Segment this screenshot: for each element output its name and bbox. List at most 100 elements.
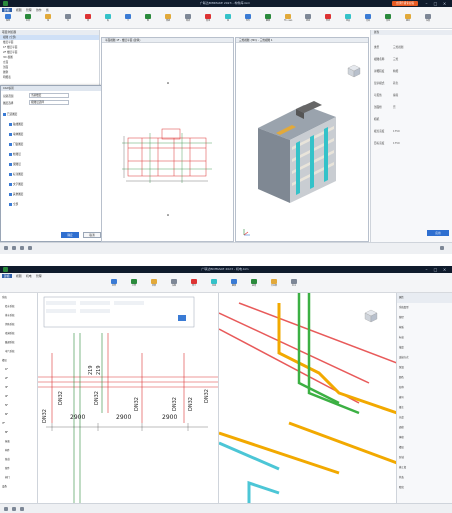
property-row[interactable]: 名称	[397, 383, 452, 393]
ribbon-tool-button[interactable]: 输出	[404, 14, 412, 22]
property-value[interactable]: 三维视图	[393, 45, 403, 50]
ribbon-tool-button[interactable]: 链接	[304, 14, 312, 22]
property-row[interactable]: 标高	[397, 333, 452, 343]
tree-item[interactable]: 管件	[0, 464, 37, 473]
checkbox-icon[interactable]	[9, 182, 12, 186]
layer-checkbox-row[interactable]: 标注图层	[3, 170, 103, 180]
scope-select[interactable]: 当前楼层	[29, 93, 69, 98]
checkbox-icon[interactable]	[9, 122, 12, 126]
tree-item[interactable]: 明细表	[0, 75, 99, 80]
ribbon-tool-button[interactable]: 门	[124, 14, 132, 22]
property-row[interactable]: 管径	[397, 313, 452, 323]
cancel-button[interactable]: 取消	[83, 232, 101, 238]
property-row[interactable]: 备注	[397, 403, 452, 413]
tree-item[interactable]: 8F	[0, 428, 37, 437]
property-value[interactable]: 编辑	[393, 93, 398, 98]
property-row[interactable]: 保温	[397, 363, 452, 373]
property-value[interactable]: 着色	[393, 81, 398, 86]
property-value[interactable]: 三维	[393, 57, 398, 62]
property-row[interactable]: 阶段	[397, 483, 452, 493]
ribbon-tool-button[interactable]: 碰撞	[250, 279, 258, 287]
property-value[interactable]: 1750	[393, 129, 400, 134]
maximize-icon[interactable]: □	[433, 267, 438, 272]
ribbon-tool-button[interactable]: 设备	[170, 279, 178, 287]
grid-icon[interactable]	[28, 246, 32, 250]
ribbon-tool-button[interactable]: 连接	[210, 279, 218, 287]
property-row[interactable]: 颜色	[397, 373, 452, 383]
tree-item[interactable]: 管道	[0, 455, 37, 464]
layer-checkbox-row[interactable]: 文字图层	[3, 180, 103, 190]
tree-item[interactable]: 消防系统	[0, 320, 37, 329]
tree-item[interactable]: 系统	[0, 293, 37, 302]
select-icon[interactable]	[4, 246, 8, 250]
ribbon-tool-button[interactable]: 水管	[130, 279, 138, 287]
property-row[interactable]: 区域	[397, 453, 452, 463]
filter-icon[interactable]	[440, 246, 444, 250]
property-row[interactable]: 坡度	[397, 343, 452, 353]
tree-item[interactable]: 喷淋系统	[0, 329, 37, 338]
layer-checkbox-row[interactable]: 全部	[3, 200, 103, 210]
ribbon-tool-button[interactable]: 导入CAD	[284, 14, 292, 22]
tree-item[interactable]: 2F	[0, 374, 37, 383]
tab-modeling[interactable]: 建模	[2, 8, 12, 12]
tree-item[interactable]: 构件	[0, 446, 37, 455]
apply-button[interactable]: 应用	[427, 230, 449, 236]
tree-item[interactable]: 1F	[0, 365, 37, 374]
property-row[interactable]: 连接方式	[397, 353, 452, 363]
close-icon[interactable]: ×	[442, 267, 447, 272]
property-row[interactable]: 楼层	[397, 443, 452, 453]
tab-collab[interactable]: 协作	[34, 8, 44, 12]
layer-checkbox-row[interactable]: 轴线图层	[3, 120, 103, 130]
property-row[interactable]: 状态	[397, 473, 452, 483]
building-3d-model[interactable]	[236, 43, 368, 242]
tree-item[interactable]: 6F	[0, 410, 37, 419]
ribbon-tool-button[interactable]: 墙	[44, 14, 52, 22]
ribbon-tool-button[interactable]: 翻模	[230, 279, 238, 287]
layer-checkbox-row[interactable]: 梁图层	[3, 160, 103, 170]
checkbox-icon[interactable]	[9, 202, 12, 206]
3d-view-window[interactable]: 三维视图 {3D} - 三维视图 1	[235, 37, 369, 242]
tree-item[interactable]: 给水系统	[0, 302, 37, 311]
ribbon-tool-button[interactable]: 风管	[110, 279, 118, 287]
ribbon-tool-button[interactable]: 板	[104, 14, 112, 22]
tab-family[interactable]: 族	[44, 8, 51, 12]
tree-item[interactable]: 阀门	[0, 473, 37, 482]
ribbon-tool-button[interactable]: 坡道	[184, 14, 192, 22]
layer-checkbox-row[interactable]: 门窗图层	[3, 140, 103, 150]
layer-checkbox-row[interactable]: 其他图层	[3, 190, 103, 200]
maximize-icon[interactable]: □	[433, 1, 438, 6]
ribbon-tool-button[interactable]: 渲染	[364, 14, 372, 22]
ribbon-tool-button[interactable]: 设置	[424, 14, 432, 22]
ribbon-tool-button[interactable]: 楼梯	[164, 14, 172, 22]
ribbon-tool-button[interactable]: 翻模	[264, 14, 272, 22]
checkbox-icon[interactable]	[9, 192, 12, 196]
checkbox-icon[interactable]	[3, 112, 6, 116]
tree-item[interactable]: 4F	[0, 392, 37, 401]
layer-checkbox-row[interactable]: 柱图层	[3, 150, 103, 160]
tab-modeling[interactable]: 建模	[2, 274, 12, 278]
layer-icon[interactable]	[20, 246, 24, 250]
tree-item[interactable]: 7F	[0, 419, 37, 428]
minimize-icon[interactable]: –	[424, 267, 429, 272]
tree-item[interactable]: 设备	[0, 482, 37, 491]
layer-icon[interactable]	[20, 507, 24, 511]
property-value[interactable]: 否	[393, 105, 396, 110]
ribbon-tool-button[interactable]: 标注	[290, 279, 298, 287]
plan-view-window[interactable]: 平面视图 1F - 楼层平面 (建筑)	[101, 37, 234, 242]
property-row[interactable]: 施工段	[397, 463, 452, 473]
tree-item[interactable]: 楼层	[0, 356, 37, 365]
ribbon-tool-button[interactable]: 支吊架	[270, 279, 278, 287]
ribbon-tool-button[interactable]: 构件	[244, 14, 252, 22]
tree-item[interactable]: 暖通系统	[0, 338, 37, 347]
ribbon-tool-button[interactable]: 阀门	[190, 279, 198, 287]
property-row[interactable]: 长度	[397, 413, 452, 423]
close-icon[interactable]: ×	[442, 1, 447, 6]
snap-icon[interactable]	[12, 507, 16, 511]
tab-view[interactable]: 视图	[14, 274, 24, 278]
property-row[interactable]: 编号	[397, 393, 452, 403]
property-row[interactable]: 体积	[397, 433, 452, 443]
tree-item[interactable]: 5F	[0, 401, 37, 410]
select-icon[interactable]	[4, 507, 8, 511]
pipe-plan-view[interactable]: 2900 2900 2900 219 219 DN32 DN32 DN32 DN…	[38, 293, 218, 503]
property-row[interactable]: 系统类型	[397, 303, 452, 313]
